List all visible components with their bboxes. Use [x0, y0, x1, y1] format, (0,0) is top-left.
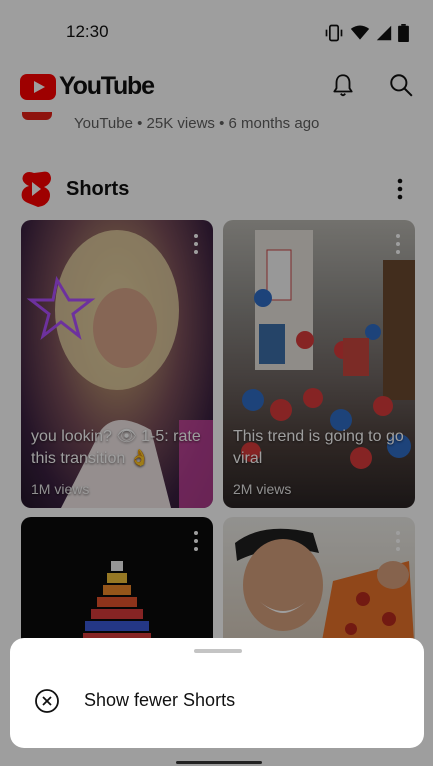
drag-handle[interactable]: [194, 649, 242, 653]
show-fewer-shorts-option[interactable]: Show fewer Shorts: [10, 676, 424, 724]
gesture-nav-bar[interactable]: [176, 761, 262, 764]
close-circle-icon: [35, 689, 59, 713]
option-label: Show fewer Shorts: [84, 690, 236, 710]
screen: 12:30 YouTube YouTube • 25K views • 6 mo…: [0, 0, 433, 766]
bottom-sheet: Show fewer Shorts: [10, 638, 424, 748]
